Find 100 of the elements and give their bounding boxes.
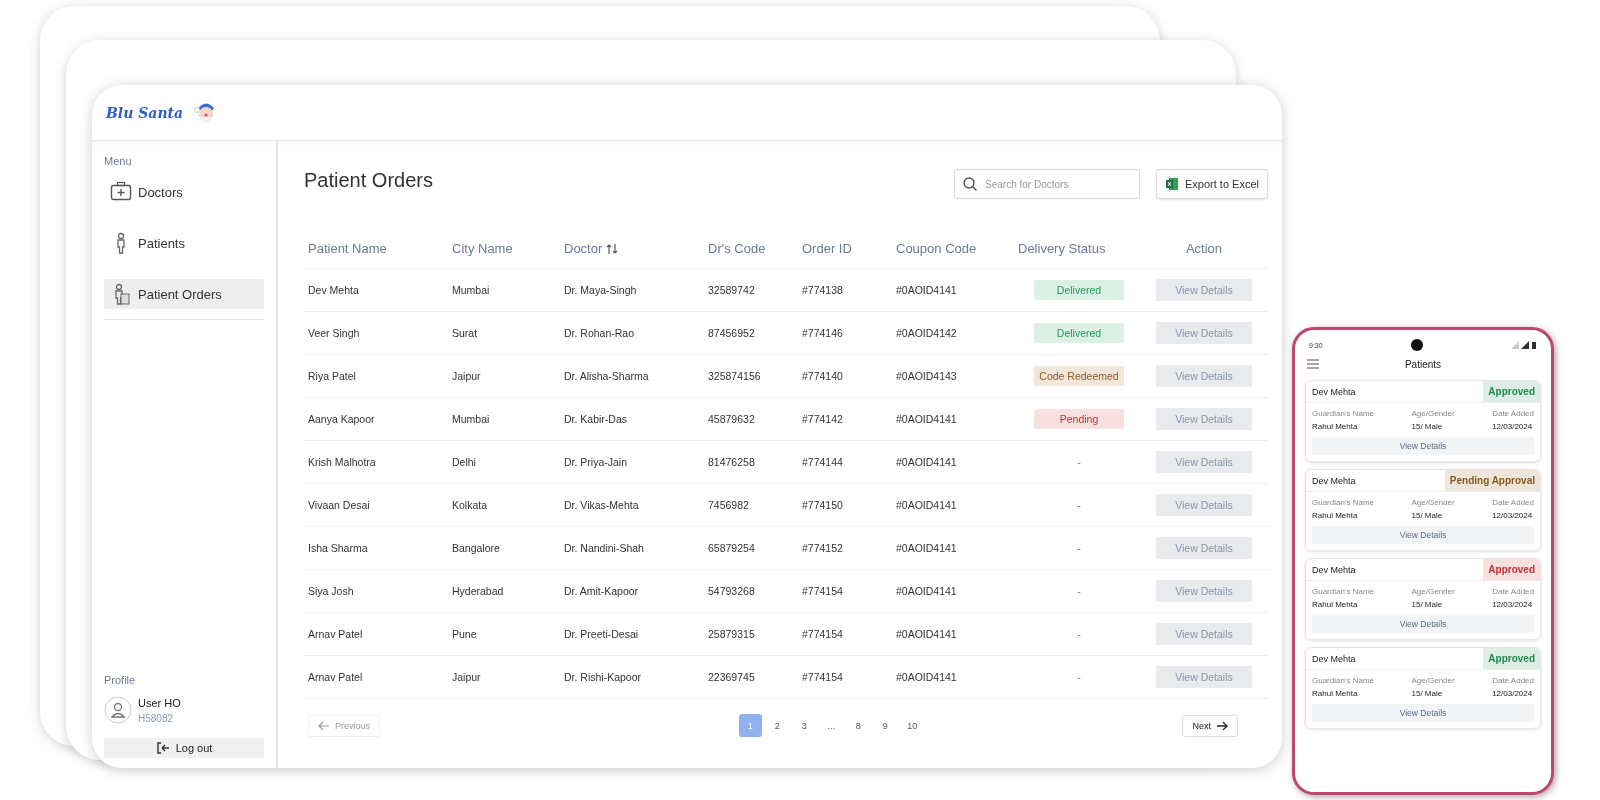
column-header: Doctor xyxy=(564,241,603,256)
field-label: Age/Gender xyxy=(1411,409,1455,418)
avatar-icon xyxy=(104,696,132,724)
table-cell: #774150 xyxy=(802,499,843,511)
field-label: Date Added xyxy=(1492,498,1534,507)
export-button[interactable]: Export to Excel xyxy=(1156,169,1268,199)
table-cell: Kolkata xyxy=(452,499,488,511)
table-cell: 22369745 xyxy=(708,671,755,683)
arrow-left-icon xyxy=(318,720,330,731)
table-cell: #0AOID4141 xyxy=(896,671,957,683)
field-label: Guardian's Name xyxy=(1312,587,1374,596)
field-value: 15/ Male xyxy=(1411,511,1444,520)
page-button[interactable]: 10 xyxy=(900,714,924,737)
table-cell: Dr. Kabir-Das xyxy=(564,413,627,425)
table-cell: Mumbai xyxy=(452,284,490,296)
table-cell: Dr. Nandini-Shah xyxy=(564,542,644,554)
spreadsheet-icon xyxy=(1165,177,1179,191)
field-value: 15/ Male xyxy=(1411,600,1444,609)
table-cell: #0AOID4141 xyxy=(896,628,957,640)
view-details-button[interactable]: View Details xyxy=(1312,615,1534,633)
sidebar-item[interactable]: Patient Orders xyxy=(104,279,264,309)
view-details-button[interactable]: View Details xyxy=(1312,526,1534,544)
field-value: Rahul Mehta xyxy=(1312,422,1359,431)
table-cell: #774142 xyxy=(802,413,843,425)
arrow-right-icon xyxy=(1216,720,1228,731)
page-button[interactable]: ... xyxy=(819,714,843,737)
table-cell: 25879315 xyxy=(708,628,755,640)
page-button[interactable]: 9 xyxy=(873,714,897,737)
column-header: Patient Name xyxy=(308,241,387,256)
field-value: 12/03/2024 xyxy=(1492,422,1534,431)
column-header: Action xyxy=(1185,241,1223,256)
field-value: Rahul Mehta xyxy=(1312,689,1359,698)
table-cell: 65879254 xyxy=(708,542,755,554)
field-value: Rahul Mehta xyxy=(1312,600,1359,609)
status-badge: Approved xyxy=(1483,381,1540,402)
table-cell: #774144 xyxy=(802,456,843,468)
table-cell: 32589742 xyxy=(708,284,755,296)
field-label: Age/Gender xyxy=(1411,587,1455,596)
column-header: Coupon Code xyxy=(896,241,977,256)
page-button[interactable]: 2 xyxy=(765,714,789,737)
search-field[interactable]: Search for Doctors xyxy=(954,169,1140,199)
sidebar-item[interactable]: Doctors xyxy=(104,177,264,207)
screen-title: Patients xyxy=(1403,358,1443,370)
logo-text: Blu Santa xyxy=(106,104,184,121)
view-details-button[interactable]: View Details xyxy=(1312,437,1534,455)
field-label: Guardian's Name xyxy=(1312,498,1374,507)
table-cell: 87456952 xyxy=(708,327,755,339)
profile-label: Profile xyxy=(104,674,137,686)
table-cell: #774154 xyxy=(802,671,843,683)
menu-icon xyxy=(1307,359,1319,369)
table-cell: #0AOID4141 xyxy=(896,456,957,468)
page-button[interactable]: 8 xyxy=(846,714,870,737)
table-cell: #774138 xyxy=(802,284,843,296)
user-name: User HO xyxy=(138,696,181,709)
status-badge: Approved xyxy=(1483,648,1540,669)
field-label: Date Added xyxy=(1492,587,1534,596)
table-cell: Delhi xyxy=(452,456,476,468)
table-cell: - xyxy=(1077,628,1081,640)
table-cell: Jaipur xyxy=(452,671,481,683)
table-cell: Arnav Patel xyxy=(308,671,363,683)
table-cell: Dr. Maya-Singh xyxy=(564,284,637,296)
patient-name: Dev Mehta xyxy=(1312,564,1356,575)
page-button[interactable]: 3 xyxy=(792,714,816,737)
table-cell: Hyderabad xyxy=(452,585,504,597)
field-value: 12/03/2024 xyxy=(1492,689,1534,698)
table-cell: Dr. Vikas-Mehta xyxy=(564,499,639,511)
table-cell: #0AOID4141 xyxy=(896,585,957,597)
table-cell: Isha Sharma xyxy=(308,542,368,554)
view-details-button[interactable]: View Details xyxy=(1312,704,1534,722)
logout-icon xyxy=(155,741,170,755)
table-cell: - xyxy=(1077,499,1081,511)
user-id: H58082 xyxy=(138,712,175,724)
column-header: Delivery Status xyxy=(1018,241,1106,256)
table-cell: Pune xyxy=(452,628,477,640)
table-cell: Dr. Rohan-Rao xyxy=(564,327,635,339)
status-badge: Delivered xyxy=(1034,323,1124,343)
table-cell: #0AOID4142 xyxy=(896,327,957,339)
table-cell: 54793268 xyxy=(708,585,755,597)
search-icon xyxy=(962,176,978,192)
table-cell: 325874156 xyxy=(708,370,761,382)
sidebar-item[interactable]: Patients xyxy=(104,228,264,258)
table-cell: #774140 xyxy=(802,370,843,382)
signal-battery-icon xyxy=(1511,340,1537,350)
table-cell: Dr. Amit-Kapoor xyxy=(564,585,639,597)
field-label: Age/Gender xyxy=(1411,498,1455,507)
table-cell: Aanya Kapoor xyxy=(308,413,375,425)
status-badge: Delivered xyxy=(1034,280,1124,300)
patient-name: Dev Mehta xyxy=(1312,653,1356,664)
logout-button[interactable]: Log out xyxy=(104,738,264,758)
table-cell: #774152 xyxy=(802,542,843,554)
field-value: 15/ Male xyxy=(1411,689,1444,698)
field-value: 12/03/2024 xyxy=(1492,511,1534,520)
next-button[interactable]: Next xyxy=(1182,714,1238,737)
table-cell: - xyxy=(1077,671,1081,683)
field-value: Rahul Mehta xyxy=(1312,511,1359,520)
table-cell: #0AOID4141 xyxy=(896,413,957,425)
table-cell: 7456982 xyxy=(708,499,749,511)
camera-icon xyxy=(1410,339,1423,351)
table-cell: #774154 xyxy=(802,628,843,640)
table-cell: Dr. Rishi-Kapoor xyxy=(564,671,642,683)
